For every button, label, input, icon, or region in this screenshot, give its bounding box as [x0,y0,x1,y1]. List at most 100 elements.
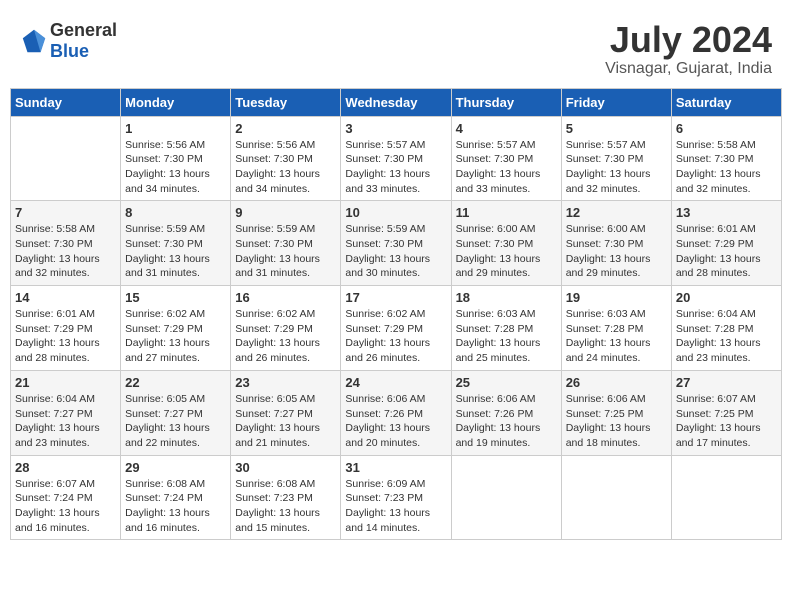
day-info: Sunrise: 5:56 AM Sunset: 7:30 PM Dayligh… [235,138,336,197]
day-info: Sunrise: 5:57 AM Sunset: 7:30 PM Dayligh… [345,138,446,197]
page-header: General Blue July 2024 Visnagar, Gujarat… [10,10,782,83]
day-number: 18 [456,290,557,305]
location: Visnagar, Gujarat, India [605,60,772,78]
day-number: 26 [566,375,667,390]
day-number: 8 [125,205,226,220]
calendar-day-cell: 17 Sunrise: 6:02 AM Sunset: 7:29 PM Dayli… [341,286,451,371]
weekday-header-cell: Monday [121,88,231,116]
day-info: Sunrise: 5:59 AM Sunset: 7:30 PM Dayligh… [125,222,226,281]
calendar-day-cell: 27 Sunrise: 6:07 AM Sunset: 7:25 PM Dayli… [671,370,781,455]
day-info: Sunrise: 5:57 AM Sunset: 7:30 PM Dayligh… [456,138,557,197]
weekday-header-cell: Tuesday [231,88,341,116]
calendar-day-cell: 16 Sunrise: 6:02 AM Sunset: 7:29 PM Dayli… [231,286,341,371]
day-number: 9 [235,205,336,220]
calendar-week-row: 28 Sunrise: 6:07 AM Sunset: 7:24 PM Dayli… [11,455,782,540]
calendar-day-cell: 8 Sunrise: 5:59 AM Sunset: 7:30 PM Daylig… [121,201,231,286]
logo: General Blue [20,20,117,62]
day-info: Sunrise: 5:58 AM Sunset: 7:30 PM Dayligh… [676,138,777,197]
day-number: 12 [566,205,667,220]
month-year: July 2024 [605,20,772,60]
calendar-day-cell: 15 Sunrise: 6:02 AM Sunset: 7:29 PM Dayli… [121,286,231,371]
calendar-body: 1 Sunrise: 5:56 AM Sunset: 7:30 PM Daylig… [11,116,782,540]
day-number: 16 [235,290,336,305]
day-number: 17 [345,290,446,305]
weekday-header-cell: Friday [561,88,671,116]
day-number: 6 [676,121,777,136]
calendar-day-cell: 2 Sunrise: 5:56 AM Sunset: 7:30 PM Daylig… [231,116,341,201]
day-number: 14 [15,290,116,305]
calendar-table: SundayMondayTuesdayWednesdayThursdayFrid… [10,88,782,541]
day-info: Sunrise: 6:03 AM Sunset: 7:28 PM Dayligh… [566,307,667,366]
day-number: 7 [15,205,116,220]
day-info: Sunrise: 6:03 AM Sunset: 7:28 PM Dayligh… [456,307,557,366]
day-number: 2 [235,121,336,136]
calendar-day-cell: 25Sunrise: 6:06 AM Sunset: 7:26 PM Dayli… [451,370,561,455]
day-number: 21 [15,375,116,390]
logo-text-blue: Blue [50,41,89,61]
calendar-day-cell: 31Sunrise: 6:09 AM Sunset: 7:23 PM Dayli… [341,455,451,540]
day-info: Sunrise: 6:01 AM Sunset: 7:29 PM Dayligh… [15,307,116,366]
calendar-day-cell: 3 Sunrise: 5:57 AM Sunset: 7:30 PM Daylig… [341,116,451,201]
weekday-header-cell: Sunday [11,88,121,116]
weekday-header-cell: Thursday [451,88,561,116]
calendar-day-cell: 18 Sunrise: 6:03 AM Sunset: 7:28 PM Dayli… [451,286,561,371]
calendar-day-cell: 13 Sunrise: 6:01 AM Sunset: 7:29 PM Dayli… [671,201,781,286]
calendar-week-row: 1 Sunrise: 5:56 AM Sunset: 7:30 PM Daylig… [11,116,782,201]
day-info: Sunrise: 6:06 AM Sunset: 7:26 PM Dayligh… [456,392,557,451]
calendar-day-cell: 30Sunrise: 6:08 AM Sunset: 7:23 PM Dayli… [231,455,341,540]
day-info: Sunrise: 5:59 AM Sunset: 7:30 PM Dayligh… [235,222,336,281]
calendar-day-cell: 22 Sunrise: 6:05 AM Sunset: 7:27 PM Dayli… [121,370,231,455]
calendar-day-cell: 23 Sunrise: 6:05 AM Sunset: 7:27 PM Dayli… [231,370,341,455]
day-number: 10 [345,205,446,220]
calendar-day-cell [451,455,561,540]
calendar-day-cell: 6 Sunrise: 5:58 AM Sunset: 7:30 PM Daylig… [671,116,781,201]
day-number: 20 [676,290,777,305]
calendar-day-cell: 20Sunrise: 6:04 AM Sunset: 7:28 PM Dayli… [671,286,781,371]
day-info: Sunrise: 6:05 AM Sunset: 7:27 PM Dayligh… [235,392,336,451]
day-number: 28 [15,460,116,475]
day-number: 13 [676,205,777,220]
calendar-day-cell: 9 Sunrise: 5:59 AM Sunset: 7:30 PM Daylig… [231,201,341,286]
day-info: Sunrise: 6:04 AM Sunset: 7:27 PM Dayligh… [15,392,116,451]
calendar-day-cell [11,116,121,201]
weekday-header-cell: Saturday [671,88,781,116]
day-number: 1 [125,121,226,136]
day-info: Sunrise: 6:07 AM Sunset: 7:25 PM Dayligh… [676,392,777,451]
day-number: 30 [235,460,336,475]
calendar-day-cell: 4 Sunrise: 5:57 AM Sunset: 7:30 PM Daylig… [451,116,561,201]
day-info: Sunrise: 6:07 AM Sunset: 7:24 PM Dayligh… [15,477,116,536]
calendar-day-cell: 5Sunrise: 5:57 AM Sunset: 7:30 PM Daylig… [561,116,671,201]
weekday-header-row: SundayMondayTuesdayWednesdayThursdayFrid… [11,88,782,116]
day-info: Sunrise: 6:01 AM Sunset: 7:29 PM Dayligh… [676,222,777,281]
weekday-header-cell: Wednesday [341,88,451,116]
day-number: 24 [345,375,446,390]
calendar-day-cell: 26 Sunrise: 6:06 AM Sunset: 7:25 PM Dayli… [561,370,671,455]
calendar-day-cell: 24 Sunrise: 6:06 AM Sunset: 7:26 PM Dayli… [341,370,451,455]
day-info: Sunrise: 6:09 AM Sunset: 7:23 PM Dayligh… [345,477,446,536]
calendar-day-cell: 28 Sunrise: 6:07 AM Sunset: 7:24 PM Dayli… [11,455,121,540]
day-number: 4 [456,121,557,136]
calendar-day-cell: 14 Sunrise: 6:01 AM Sunset: 7:29 PM Dayli… [11,286,121,371]
day-info: Sunrise: 6:00 AM Sunset: 7:30 PM Dayligh… [566,222,667,281]
day-number: 29 [125,460,226,475]
day-number: 23 [235,375,336,390]
logo-text-general: General [50,20,117,40]
day-info: Sunrise: 6:02 AM Sunset: 7:29 PM Dayligh… [125,307,226,366]
calendar-day-cell: 21 Sunrise: 6:04 AM Sunset: 7:27 PM Dayli… [11,370,121,455]
day-info: Sunrise: 6:02 AM Sunset: 7:29 PM Dayligh… [345,307,446,366]
calendar-day-cell: 29Sunrise: 6:08 AM Sunset: 7:24 PM Dayli… [121,455,231,540]
day-info: Sunrise: 6:06 AM Sunset: 7:26 PM Dayligh… [345,392,446,451]
day-number: 15 [125,290,226,305]
title-block: July 2024 Visnagar, Gujarat, India [605,20,772,78]
day-info: Sunrise: 6:05 AM Sunset: 7:27 PM Dayligh… [125,392,226,451]
calendar-day-cell [561,455,671,540]
day-number: 27 [676,375,777,390]
day-info: Sunrise: 6:02 AM Sunset: 7:29 PM Dayligh… [235,307,336,366]
day-number: 3 [345,121,446,136]
calendar-week-row: 14 Sunrise: 6:01 AM Sunset: 7:29 PM Dayli… [11,286,782,371]
day-number: 19 [566,290,667,305]
day-info: Sunrise: 6:06 AM Sunset: 7:25 PM Dayligh… [566,392,667,451]
calendar-day-cell: 7Sunrise: 5:58 AM Sunset: 7:30 PM Daylig… [11,201,121,286]
calendar-day-cell: 12 Sunrise: 6:00 AM Sunset: 7:30 PM Dayli… [561,201,671,286]
day-number: 22 [125,375,226,390]
